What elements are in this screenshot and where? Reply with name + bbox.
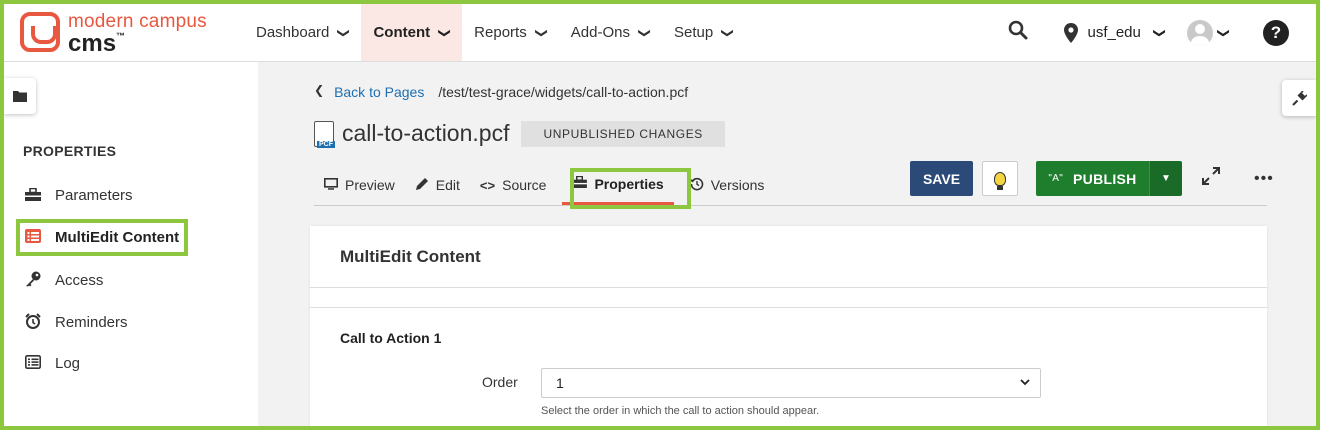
main-nav: Dashboard ❯ Content ❯ Reports ❯ Add-Ons ❯ Se… <box>244 4 745 61</box>
nav-setup[interactable]: Setup ❯ <box>662 4 745 61</box>
tab-versions[interactable]: Versions <box>680 165 775 205</box>
alarm-clock-icon <box>24 313 42 332</box>
sidebar-item-reminders[interactable]: Reminders <box>24 313 128 332</box>
folder-icon <box>13 91 27 102</box>
order-label: Order <box>482 374 518 390</box>
caret-down-icon: ▼ <box>1161 173 1171 184</box>
status-badge: UNPUBLISHED CHANGES <box>521 120 725 147</box>
divider <box>310 307 1267 308</box>
tab-label: Edit <box>435 177 460 193</box>
pcf-file-icon: PCF <box>314 120 335 148</box>
publish-label: PUBLISH <box>1073 170 1137 187</box>
publish-button[interactable]: "A" PUBLISH <box>1036 161 1149 196</box>
publish-button-group: "A" PUBLISH ▼ <box>1036 161 1182 196</box>
key-icon <box>24 271 42 290</box>
nav-dashboard[interactable]: Dashboard ❯ <box>244 4 361 61</box>
publish-icon: "A" <box>1048 173 1064 184</box>
logo[interactable]: modern campus cms™ <box>20 12 207 56</box>
order-select[interactable]: 1 <box>541 368 1041 398</box>
nav-content[interactable]: Content ❯ <box>361 4 463 61</box>
history-icon <box>689 177 704 194</box>
page-title: call-to-action.pcf <box>342 120 510 146</box>
logo-text-line1: modern campus <box>68 11 207 32</box>
map-marker-icon <box>1064 22 1079 43</box>
file-type-badge: PCF <box>317 140 335 148</box>
save-button[interactable]: SAVE <box>910 161 973 196</box>
tab-label: Source <box>502 177 547 193</box>
hint-button[interactable] <box>982 161 1018 196</box>
code-icon: <> <box>479 177 496 193</box>
sidebar-item-label: Access <box>55 272 104 289</box>
chevron-down-icon: ❯ <box>638 27 652 38</box>
nav-reports[interactable]: Reports ❯ <box>462 4 559 61</box>
page-header: PCF call-to-action.pcf UNPUBLISHED CHANG… <box>314 120 725 148</box>
card-title: MultiEdit Content <box>340 247 481 266</box>
tab-label: Preview <box>345 177 395 193</box>
list-alt-icon <box>24 355 42 372</box>
nav-add-ons[interactable]: Add-Ons ❯ <box>559 4 662 61</box>
lightbulb-icon <box>994 171 1006 190</box>
order-value: 1 <box>556 375 564 391</box>
account-name: usf_edu <box>1087 24 1141 41</box>
logo-icon <box>20 12 60 52</box>
divider <box>310 287 1267 288</box>
back-to-pages-link[interactable]: Back to Pages <box>334 84 424 100</box>
publish-dropdown-toggle[interactable]: ▼ <box>1149 161 1182 196</box>
top-navigation-bar: modern campus cms™ Dashboard ❯ Content ❯ R… <box>4 4 1316 62</box>
nav-content-label: Content <box>373 24 431 41</box>
sidebar-item-log[interactable]: Log <box>24 355 80 372</box>
chevron-down-icon: ❯ <box>721 27 736 38</box>
chevron-down-icon: ❯ <box>1216 27 1231 38</box>
tab-preview[interactable]: Preview <box>314 165 405 205</box>
sidebar-item-parameters[interactable]: Parameters <box>24 187 133 204</box>
gadgets-toggle[interactable] <box>1282 80 1316 116</box>
user-menu[interactable]: ❯ <box>1186 19 1231 46</box>
search-button[interactable] <box>1008 20 1028 45</box>
chevron-down-icon: ❯ <box>1152 27 1167 38</box>
chevron-down-icon: ❯ <box>337 27 352 38</box>
multiedit-highlight <box>16 219 188 256</box>
multiedit-card: MultiEdit Content Call to Action 1 Order… <box>310 226 1267 426</box>
properties-tab-highlight <box>570 168 691 209</box>
file-path: /test/test-grace/widgets/call-to-action.… <box>438 84 689 100</box>
sidebar-item-access[interactable]: Access <box>24 271 103 290</box>
logo-trademark: ™ <box>116 31 126 41</box>
sidebar-item-label: Log <box>55 355 81 372</box>
pencil-icon <box>415 177 429 194</box>
account-selector[interactable]: usf_edu ❯ <box>1064 22 1167 43</box>
more-options-button[interactable]: ••• <box>1254 170 1274 188</box>
ellipsis-icon: ••• <box>1254 169 1274 187</box>
chevron-down-icon: ❯ <box>438 27 453 38</box>
nav-setup-label: Setup <box>674 24 714 41</box>
sidebar-item-label: Parameters <box>55 187 133 204</box>
tab-label: Versions <box>710 177 765 193</box>
monitor-icon <box>324 177 338 193</box>
plug-icon <box>1291 90 1307 106</box>
chevron-left-icon: ❯ <box>314 85 325 99</box>
question-icon: ? <box>1270 22 1282 42</box>
toolbox-icon <box>24 187 42 204</box>
tab-edit[interactable]: Edit <box>405 165 470 205</box>
chevron-down-icon <box>1020 378 1030 389</box>
logo-text-line2: cms <box>68 30 117 57</box>
nav-add-ons-label: Add-Ons <box>570 24 630 41</box>
expand-icon <box>1202 167 1220 185</box>
order-help-text: Select the order in which the call to ac… <box>541 405 820 417</box>
nav-dashboard-label: Dashboard <box>256 24 330 41</box>
search-icon <box>1009 20 1028 40</box>
breadcrumb: ❯ Back to Pages /test/test-grace/widgets… <box>314 84 688 100</box>
help-button[interactable]: ? <box>1263 19 1289 46</box>
sidebar-title: PROPERTIES <box>23 143 117 159</box>
file-navigator-toggle[interactable] <box>4 78 36 114</box>
section-title: Call to Action 1 <box>340 330 442 346</box>
nav-reports-label: Reports <box>474 24 527 41</box>
page-actions: SAVE "A" PUBLISH ▼ ••• <box>910 161 1274 196</box>
tab-source[interactable]: <> Source <box>470 165 557 205</box>
avatar <box>1186 19 1213 46</box>
sidebar-item-label: Reminders <box>55 314 128 331</box>
expand-button[interactable] <box>1202 167 1220 190</box>
chevron-down-icon: ❯ <box>534 27 549 38</box>
